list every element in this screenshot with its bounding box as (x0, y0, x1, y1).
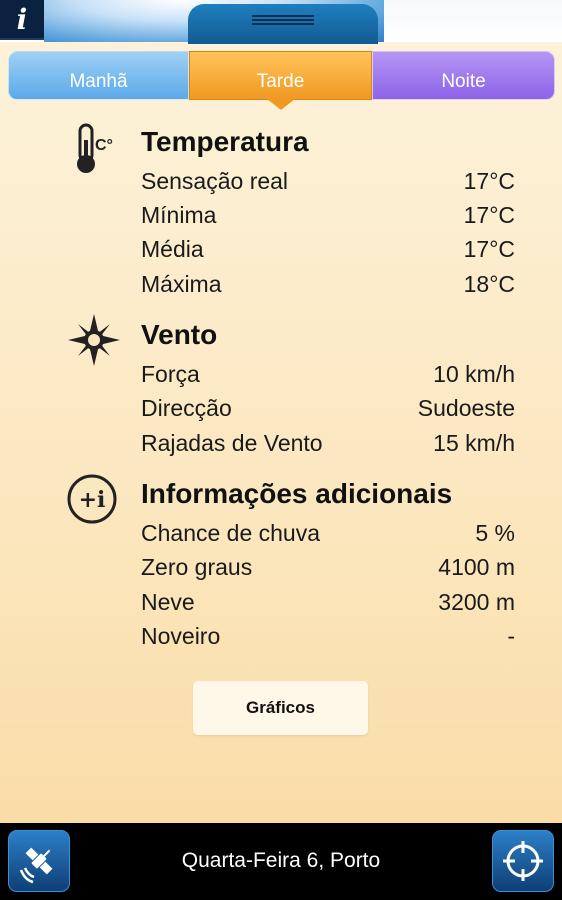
location-date-label: Quarta-Feira 6, Porto (181, 849, 381, 872)
crosshair-icon (503, 841, 543, 881)
locate-button[interactable] (492, 830, 554, 892)
satellite-icon (19, 847, 53, 884)
period-tabs: Manhã Tarde Noite (8, 51, 555, 110)
row-label: Mínima (141, 201, 217, 228)
wind-row: Rajadas de Vento 15 km/h (141, 426, 515, 460)
row-value: 5 % (475, 519, 515, 546)
row-label: Sensação real (141, 167, 289, 194)
graphs-button[interactable]: Gráficos (193, 681, 368, 735)
wind-row: Direcção Sudoeste (141, 391, 515, 425)
satellite-button[interactable] (8, 830, 70, 892)
row-value: 10 km/h (433, 360, 515, 387)
thermometer-icon: C° (66, 122, 122, 178)
additional-info-row: Chance de chuva 5 % (141, 516, 515, 550)
row-value: 17°C (463, 167, 515, 194)
row-value: - (507, 622, 515, 649)
temperature-row: Sensação real 17°C (141, 164, 515, 198)
wind-title: Vento (141, 319, 218, 350)
top-bar: i (0, 0, 562, 44)
wind-row: Força 10 km/h (141, 357, 515, 391)
drag-handle-icon (252, 15, 314, 25)
drag-handle-button[interactable] (188, 4, 378, 44)
row-value: 17°C (463, 201, 515, 228)
additional-info-row: Noveiro - (141, 619, 515, 653)
row-label: Direcção (141, 394, 232, 421)
tab-morning[interactable]: Manhã (8, 51, 189, 100)
row-label: Rajadas de Vento (141, 429, 323, 456)
temperature-row: Mínima 17°C (141, 198, 515, 232)
row-value: 18°C (463, 270, 515, 297)
svg-text:+i: +i (79, 487, 106, 513)
tab-night[interactable]: Noite (372, 51, 555, 100)
temperature-title: Temperatura (141, 126, 309, 157)
row-value: 4100 m (438, 553, 515, 580)
row-label: Chance de chuva (141, 519, 321, 546)
temperature-row: Máxima 18°C (141, 267, 515, 301)
compass-icon (66, 312, 122, 368)
row-value: 3200 m (438, 588, 515, 615)
row-value: Sudoeste (417, 394, 515, 421)
row-label: Máxima (141, 270, 222, 297)
row-label: Força (141, 360, 200, 387)
row-label: Noveiro (141, 622, 221, 649)
row-label: Zero graus (141, 553, 253, 580)
tab-afternoon[interactable]: Tarde (189, 51, 372, 110)
additional-info-row: Zero graus 4100 m (141, 550, 515, 584)
bottom-bar: Quarta-Feira 6, Porto (0, 823, 562, 900)
row-value: 17°C (463, 235, 515, 262)
info-icon[interactable]: i (0, 0, 44, 40)
additional-info-title: Informações adicionais (141, 478, 453, 509)
row-label: Média (141, 235, 204, 262)
additional-info-row: Neve 3200 m (141, 585, 515, 619)
temperature-row: Média 17°C (141, 232, 515, 266)
row-label: Neve (141, 588, 195, 615)
svg-text:C°: C° (95, 137, 113, 154)
row-value: 15 km/h (433, 429, 515, 456)
more-info-icon: +i (66, 472, 122, 528)
